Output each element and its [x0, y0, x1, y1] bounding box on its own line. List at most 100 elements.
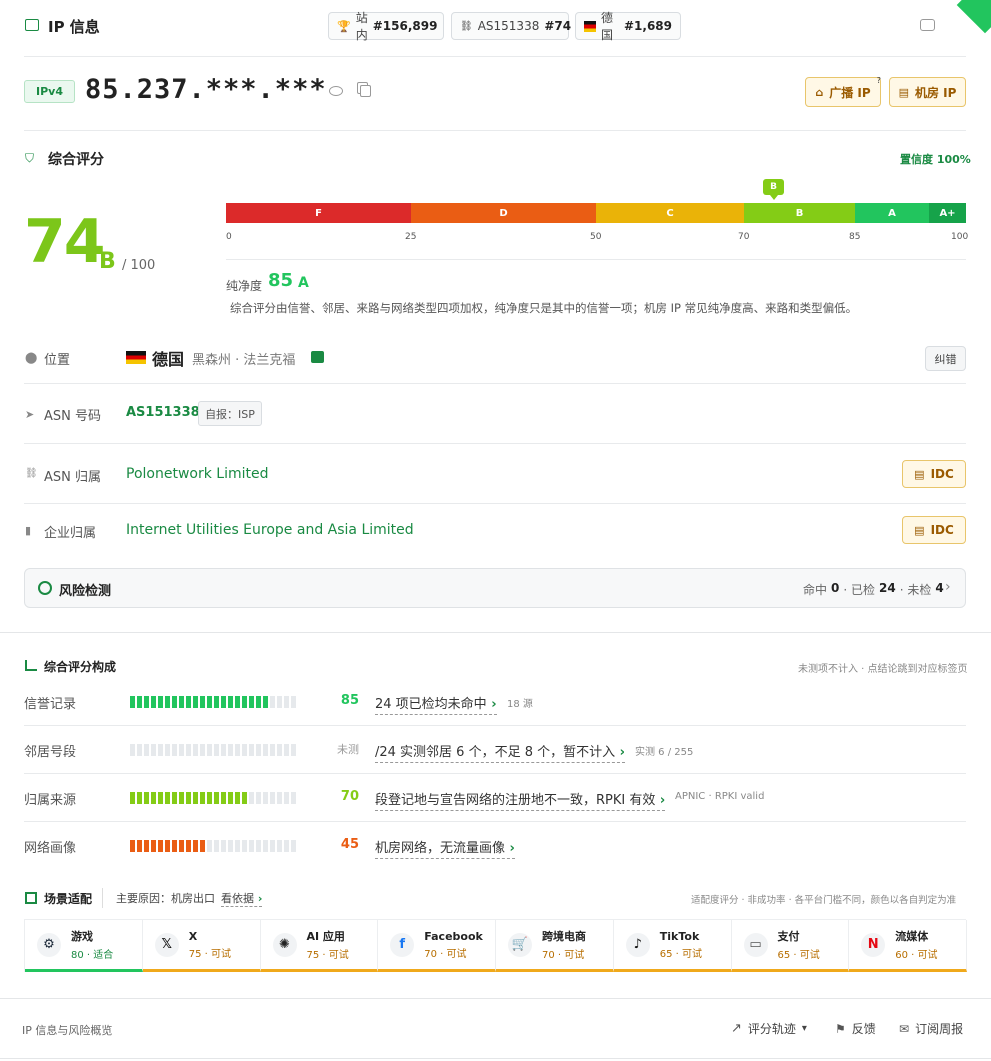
- bar-chart-icon: [25, 660, 37, 671]
- asn-owner-link[interactable]: Polonetwork Limited: [126, 466, 268, 482]
- score-bar-segment: [172, 744, 177, 756]
- score-bar-segment: [228, 792, 233, 804]
- footer-left-text: IP 信息与风险概览: [22, 1024, 113, 1037]
- score-bar-segment: [284, 696, 289, 708]
- divider: [24, 503, 966, 504]
- asn-owner-idc-tag[interactable]: ▤ IDC: [902, 460, 966, 488]
- card-icon: ▭: [743, 932, 768, 957]
- scene-card-netflix[interactable]: N 流媒体 60 · 可试: [849, 920, 967, 972]
- score-bar-segment: [270, 744, 275, 756]
- score-bar-segment: [228, 696, 233, 708]
- risk-summary: 命中 0 · 已检 24 · 未检 4: [803, 581, 944, 597]
- score-bar-segment: [158, 792, 163, 804]
- scenes-basis-link[interactable]: 看依据 ›: [221, 890, 263, 907]
- scene-card-steam[interactable]: ⚙ 游戏 80 · 适合: [25, 920, 143, 972]
- scene-name: X: [188, 929, 198, 943]
- org-owner-link[interactable]: Internet Utilities Europe and Asia Limit…: [126, 522, 414, 538]
- score-bar-segment: [130, 744, 135, 756]
- divider: [24, 443, 966, 444]
- scene-card-card[interactable]: ▭ 支付 65 · 可试: [731, 920, 850, 972]
- score-bar-segment: [235, 744, 240, 756]
- network-icon: ⛓: [460, 20, 473, 32]
- score-bar-segment: [158, 744, 163, 756]
- scene-card-facebook[interactable]: f Facebook 70 · 可试: [378, 920, 496, 972]
- broadcast-ip-tag[interactable]: ⌂ 广播 IP ?: [805, 76, 881, 107]
- score-bar-segment: [144, 840, 149, 852]
- score-bar-segment: [256, 792, 261, 804]
- score-bar-segment: [284, 744, 289, 756]
- camera-icon[interactable]: [920, 19, 935, 31]
- score-bar-segment: [200, 744, 205, 756]
- risk-title: 风险检测: [59, 584, 112, 599]
- score-bar-segment: [165, 744, 170, 756]
- radar-check-icon: [38, 581, 52, 595]
- composition-row-conclusion[interactable]: 24 项已检均未命中 ›: [375, 693, 497, 715]
- grade-segment-f: F: [226, 203, 411, 223]
- scenes-reason: 主要原因：机房出口: [116, 892, 215, 905]
- score-bar-segment: [249, 840, 254, 852]
- composition-title: 综合评分构成: [44, 660, 117, 674]
- scene-card-x[interactable]: 𝕏 X 75 · 可试: [142, 920, 261, 972]
- score-bar-segment: [193, 744, 198, 756]
- score-bar-segment: [165, 792, 170, 804]
- score-trend-button[interactable]: ↗ 评分轨迹 ▾: [731, 1020, 807, 1037]
- subscribe-button[interactable]: ✉ 订阅周报: [899, 1020, 963, 1037]
- scene-card-cart[interactable]: 🛒 跨境电商 70 · 可试: [496, 920, 614, 972]
- score-bar: [130, 744, 296, 756]
- composition-row-source: 实测 6 / 255: [635, 747, 694, 758]
- scene-score: 80 · 适合: [71, 950, 114, 961]
- scene-card-openai[interactable]: ✺ AI 应用 75 · 可试: [260, 920, 379, 972]
- composition-row-score: 85: [340, 693, 359, 708]
- composition-row-conclusion[interactable]: 段登记地与宣告网络的注册地不一致，RPKI 有效 ›: [375, 789, 666, 811]
- purity-grade: A: [298, 275, 309, 291]
- asn-rank-pill[interactable]: ⛓ AS151338 #74: [451, 12, 571, 40]
- send-icon: ➤: [25, 408, 35, 421]
- tick-label: 100: [951, 232, 969, 242]
- composition-row-conclusion[interactable]: 机房网络，无流量画像 ›: [375, 837, 515, 859]
- score-bar-segment: [130, 840, 135, 852]
- mail-icon: ✉: [899, 1021, 910, 1036]
- help-badge[interactable]: ?: [877, 76, 881, 85]
- grade-segment-b: B: [744, 203, 855, 223]
- grade-marker-pointer: [770, 195, 778, 200]
- score-bar-segment: [179, 840, 184, 852]
- risk-detection-panel[interactable]: 风险检测 命中 0 · 已检 24 · 未检 4 ›: [24, 568, 966, 608]
- ip-info-icon: [25, 19, 39, 31]
- score-bar-segment: [207, 840, 212, 852]
- country-rank-pill[interactable]: 德国 #1,689: [575, 11, 681, 42]
- asn-label: ASN 号码: [44, 409, 102, 424]
- score-bar-segment: [193, 696, 198, 708]
- score-bar-segment: [256, 696, 261, 708]
- score-bar-segment: [172, 792, 177, 804]
- org-owner-idc-tag[interactable]: ▤ IDC: [902, 516, 966, 544]
- datacenter-ip-tag[interactable]: ▤ 机房 IP: [889, 77, 966, 107]
- overall-note: 综合评分由信誉、邻居、来路与网络类型四项加权，纯净度只是其中的信誉一项；机房 I…: [230, 301, 858, 315]
- copy-icon[interactable]: [360, 85, 371, 97]
- composition-row-label: 邻居号段: [24, 745, 77, 760]
- composition-row-score: 70: [340, 789, 359, 804]
- asn-link[interactable]: AS151338: [126, 405, 200, 420]
- score-bar-segment: [235, 696, 240, 708]
- scene-score: 75 · 可试: [188, 948, 232, 960]
- composition-row-score: 未测: [337, 743, 359, 756]
- location-country: 德国: [152, 350, 185, 369]
- score-bar-segment: [242, 744, 247, 756]
- scene-card-tiktok[interactable]: ♪ TikTok 65 · 可试: [613, 920, 732, 972]
- site-rank-pill[interactable]: 🏆 站内 #156,899: [328, 11, 444, 42]
- score-bar-segment: [221, 840, 226, 852]
- scene-score: 60 · 可试: [895, 950, 938, 961]
- composition-row-conclusion[interactable]: /24 实测邻居 6 个，不足 8 个，暂不计入 ›: [375, 741, 626, 763]
- confidence-label: 置信度 100%: [900, 153, 971, 166]
- scene-score: 65 · 可试: [777, 950, 820, 961]
- chevron-down-icon: ▾: [801, 1023, 807, 1034]
- map-icon[interactable]: [311, 351, 324, 363]
- feedback-button[interactable]: ⚑ 反馈: [835, 1020, 876, 1037]
- score-bar-segment: [221, 696, 226, 708]
- grade-segment-c: C: [596, 203, 744, 223]
- score-bar-segment: [165, 840, 170, 852]
- score-bar-segment: [137, 744, 142, 756]
- score-bar-segment: [214, 840, 219, 852]
- hide-eye-icon[interactable]: [329, 86, 343, 96]
- correction-button[interactable]: 纠错: [925, 346, 966, 371]
- scenes-title: 场景适配: [44, 892, 93, 906]
